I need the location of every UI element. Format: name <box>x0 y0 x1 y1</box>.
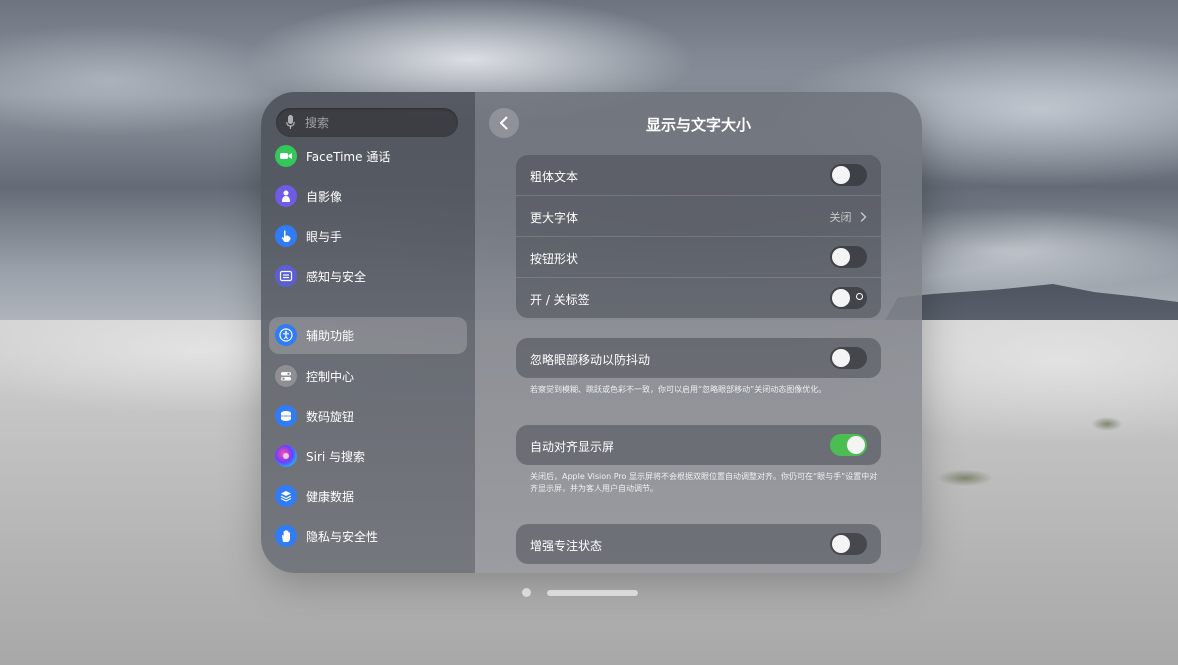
safety-icon <box>275 265 297 287</box>
shrub <box>925 460 1005 486</box>
enhanced-focus-toggle[interactable] <box>830 533 867 555</box>
sidebar-item-label: FaceTime 通话 <box>306 150 391 164</box>
sidebar-item-eyes-hands[interactable]: 眼与手 <box>269 218 467 255</box>
sidebar-item-facetime[interactable]: FaceTime 通话 <box>269 138 467 175</box>
larger-text-value-label: 关闭 <box>829 211 852 224</box>
settings-group-auto-align: 自动对齐显示屏 <box>516 425 881 465</box>
window-grab-bar[interactable] <box>547 590 638 596</box>
sidebar-item-label: 隐私与安全性 <box>306 530 379 544</box>
row-enhanced-focus[interactable]: 增强专注状态 <box>516 524 881 564</box>
settings-window: 搜索 FaceTime 通话 自影像 眼与手 感知与安全 辅助功能 控制中心 数… <box>261 92 922 573</box>
row-label: 自动对齐显示屏 <box>530 440 615 454</box>
sidebar-item-label: 数码旋钮 <box>306 410 355 424</box>
sidebar-item-label: 辅助功能 <box>306 329 355 343</box>
row-label: 增强专注状态 <box>530 539 603 553</box>
persona-icon <box>275 185 297 207</box>
video-camera-icon <box>275 145 297 167</box>
on-off-labels-toggle[interactable] <box>830 287 867 309</box>
control-center-icon <box>275 365 297 387</box>
row-bold-text[interactable]: 粗体文本 <box>516 155 881 195</box>
window-controls <box>0 588 1178 598</box>
sidebar-item-label: 眼与手 <box>306 230 343 244</box>
sidebar-item-health[interactable]: 健康数据 <box>269 478 467 515</box>
ignore-eye-movement-toggle[interactable] <box>830 347 867 369</box>
close-dot-button[interactable] <box>522 588 531 597</box>
sidebar-item-persona[interactable]: 自影像 <box>269 178 467 215</box>
hand-pointing-icon <box>275 225 297 247</box>
row-ignore-eye-movement[interactable]: 忽略眼部移动以防抖动 <box>516 338 881 378</box>
sidebar-item-label: 感知与安全 <box>306 270 367 284</box>
eye-movement-footnote: 若察觉到模糊、跳跃或色彩不一致，你可以启用“忽略眼部移动”关闭动态图像优化。 <box>530 385 827 394</box>
row-on-off-labels[interactable]: 开 / 关标签 <box>516 277 881 318</box>
accessibility-icon <box>275 324 297 346</box>
row-label: 更大字体 <box>530 211 579 225</box>
sidebar-item-digital-crown[interactable]: 数码旋钮 <box>269 398 467 435</box>
microphone-icon[interactable] <box>286 115 295 131</box>
detail-pane: 显示与文字大小 粗体文本 更大字体 关闭 按钮形状 开 / 关标签 忽略眼部移动… <box>475 92 922 573</box>
sidebar-item-accessibility[interactable]: 辅助功能 <box>269 317 467 354</box>
settings-group-text: 粗体文本 更大字体 关闭 按钮形状 开 / 关标签 <box>516 155 881 318</box>
search-input[interactable]: 搜索 <box>276 108 458 137</box>
settings-group-eye-movement: 忽略眼部移动以防抖动 <box>516 338 881 378</box>
sidebar-item-siri[interactable]: Siri 与搜索 <box>269 438 467 475</box>
row-label: 按钮形状 <box>530 252 579 266</box>
row-label: 忽略眼部移动以防抖动 <box>530 353 651 367</box>
sidebar-item-label: 自影像 <box>306 190 343 204</box>
sidebar-item-privacy[interactable]: 隐私与安全性 <box>269 518 467 555</box>
sidebar-item-label: 健康数据 <box>306 490 355 504</box>
chevron-right-icon <box>860 212 867 222</box>
auto-align-display-toggle[interactable] <box>830 434 867 456</box>
digital-crown-icon <box>275 405 297 427</box>
page-title: 显示与文字大小 <box>645 116 751 134</box>
row-label: 开 / 关标签 <box>530 293 590 307</box>
button-shapes-toggle[interactable] <box>830 246 867 268</box>
sidebar-item-safety[interactable]: 感知与安全 <box>269 258 467 295</box>
sidebar-item-label: 控制中心 <box>306 370 355 384</box>
sidebar-item-control-center[interactable]: 控制中心 <box>269 358 467 395</box>
sidebar: 搜索 FaceTime 通话 自影像 眼与手 感知与安全 辅助功能 控制中心 数… <box>261 92 475 573</box>
row-label: 粗体文本 <box>530 170 579 184</box>
siri-icon <box>275 445 297 467</box>
row-auto-align-display[interactable]: 自动对齐显示屏 <box>516 425 881 465</box>
auto-align-footnote: 关闭后，Apple Vision Pro 显示屏将不会根据双眼位置自动调整对齐。… <box>530 472 878 493</box>
privacy-hand-icon <box>275 525 297 547</box>
settings-group-focus: 增强专注状态 <box>516 524 881 564</box>
row-button-shapes[interactable]: 按钮形状 <box>516 236 881 277</box>
bold-text-toggle[interactable] <box>830 164 867 186</box>
sidebar-item-label: Siri 与搜索 <box>306 450 366 464</box>
shrub <box>1085 410 1129 432</box>
search-placeholder: 搜索 <box>305 116 330 130</box>
health-stack-icon <box>275 485 297 507</box>
off-label-icon <box>856 293 863 300</box>
row-larger-text[interactable]: 更大字体 关闭 <box>516 195 881 236</box>
larger-text-value[interactable]: 关闭 <box>830 209 868 225</box>
